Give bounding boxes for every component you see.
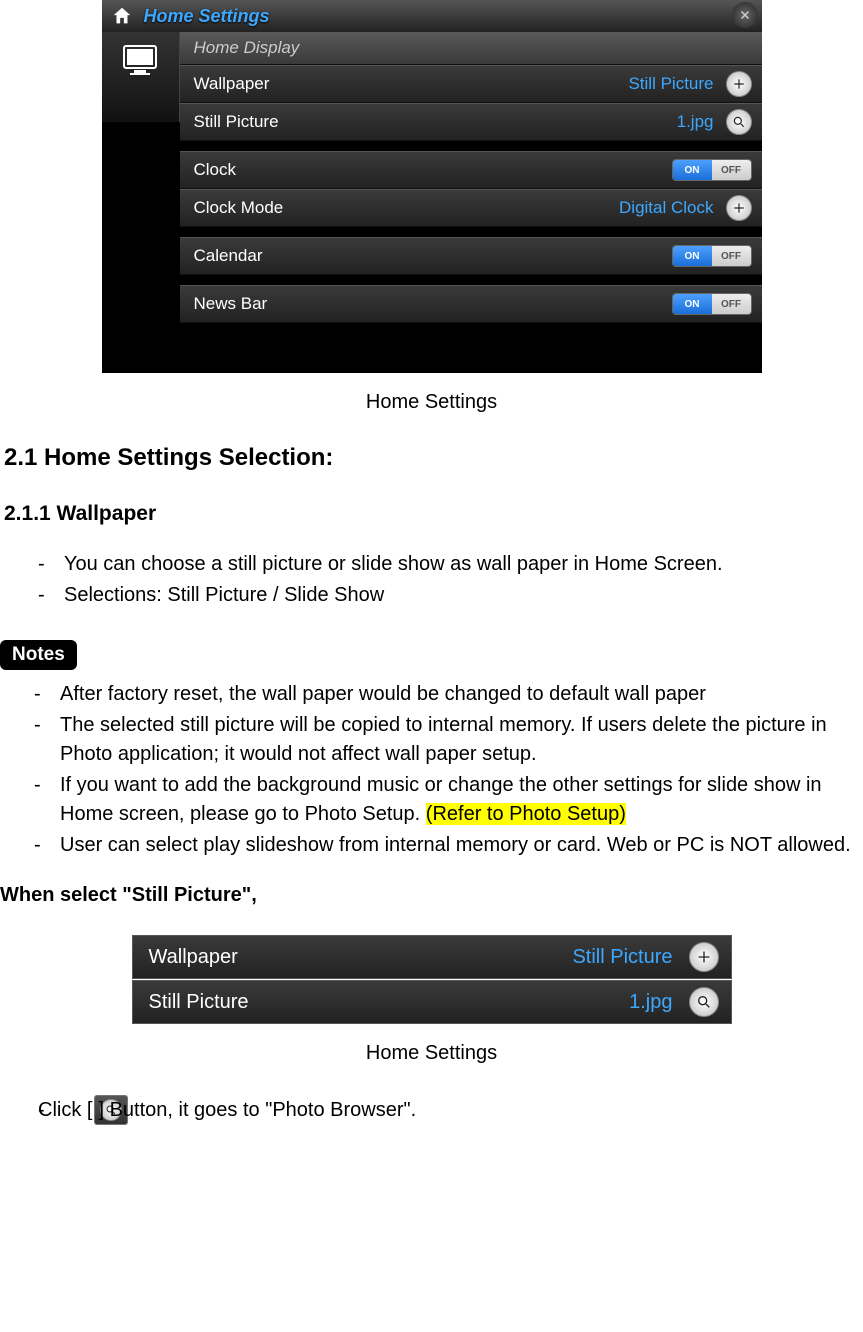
row-still-picture-value: 1.jpg: [677, 112, 714, 132]
row-clock-mode[interactable]: Clock Mode Digital Clock: [180, 189, 762, 227]
list-item: The selected still picture will be copie…: [34, 711, 863, 769]
row-clock[interactable]: Clock ON OFF: [180, 151, 762, 189]
row-clock-label: Clock: [194, 160, 237, 180]
plus-icon[interactable]: [726, 71, 752, 97]
highlight-refer-photo-setup: (Refer to Photo Setup): [426, 803, 626, 825]
window-title: Home Settings: [144, 6, 270, 27]
list-item: If you want to add the background music …: [34, 771, 863, 829]
toggle-news-bar[interactable]: ON OFF: [672, 293, 752, 315]
row-still-picture-label: Still Picture: [149, 991, 249, 1014]
toggle-on-label: ON: [673, 246, 712, 266]
heading-2-1: 2.1 Home Settings Selection:: [4, 444, 859, 472]
toggle-clock[interactable]: ON OFF: [672, 159, 752, 181]
heading-2-1-1: 2.1.1 Wallpaper: [4, 502, 859, 526]
toggle-on-label: ON: [673, 160, 712, 180]
plus-icon[interactable]: [689, 942, 719, 972]
toggle-on-label: ON: [673, 294, 712, 314]
list-item: User can select play slideshow from inte…: [34, 831, 863, 860]
toggle-off-label: OFF: [712, 246, 751, 266]
close-icon[interactable]: [732, 2, 758, 28]
row-still-picture-label: Still Picture: [194, 112, 279, 132]
final-bullets: Click [] Button, it goes to "Photo Brows…: [0, 1095, 863, 1125]
toggle-off-label: OFF: [712, 160, 751, 180]
search-icon[interactable]: [726, 109, 752, 135]
row-news-bar[interactable]: News Bar ON OFF: [180, 285, 762, 323]
row-news-bar-label: News Bar: [194, 294, 268, 314]
row-wallpaper[interactable]: Wallpaper Still Picture: [132, 935, 732, 979]
row-clock-mode-value: Digital Clock: [619, 198, 713, 218]
row-wallpaper-value: Still Picture: [628, 74, 713, 94]
still-picture-rows-screenshot: Wallpaper Still Picture Still Picture 1.…: [132, 935, 732, 1024]
monitor-icon[interactable]: [120, 44, 160, 76]
row-calendar[interactable]: Calendar ON OFF: [180, 237, 762, 275]
list-item: After factory reset, the wall paper woul…: [34, 680, 863, 709]
notes-badge: Notes: [0, 640, 77, 670]
row-still-picture-value: 1.jpg: [629, 991, 672, 1014]
row-wallpaper-value: Still Picture: [572, 946, 672, 969]
row-wallpaper-label: Wallpaper: [149, 946, 238, 969]
row-wallpaper-label: Wallpaper: [194, 74, 270, 94]
row-calendar-label: Calendar: [194, 246, 263, 266]
home-icon[interactable]: [108, 3, 136, 29]
when-select-still-picture: When select "Still Picture",: [0, 884, 863, 907]
home-settings-screenshot: Home Settings Home Display Wallpaper Sti…: [102, 0, 762, 373]
list-item: Click [] Button, it goes to "Photo Brows…: [6, 1095, 863, 1125]
search-icon[interactable]: [689, 987, 719, 1017]
list-item: Selections: Still Picture / Slide Show: [38, 581, 859, 610]
plus-icon[interactable]: [726, 195, 752, 221]
settings-body: Home Display Wallpaper Still Picture Sti…: [180, 32, 762, 373]
row-wallpaper[interactable]: Wallpaper Still Picture: [180, 65, 762, 103]
sidebar: [102, 32, 180, 122]
caption-home-settings-2: Home Settings: [0, 1042, 863, 1065]
toggle-calendar[interactable]: ON OFF: [672, 245, 752, 267]
row-still-picture[interactable]: Still Picture 1.jpg: [180, 103, 762, 141]
row-still-picture[interactable]: Still Picture 1.jpg: [132, 980, 732, 1024]
wallpaper-bullets: You can choose a still picture or slide …: [4, 550, 859, 610]
list-item: You can choose a still picture or slide …: [38, 550, 859, 579]
titlebar: Home Settings: [102, 0, 762, 32]
notes-bullets: After factory reset, the wall paper woul…: [0, 680, 863, 860]
row-clock-mode-label: Clock Mode: [194, 198, 284, 218]
section-header-home-display: Home Display: [180, 32, 762, 65]
toggle-off-label: OFF: [712, 294, 751, 314]
caption-home-settings-1: Home Settings: [0, 391, 863, 414]
